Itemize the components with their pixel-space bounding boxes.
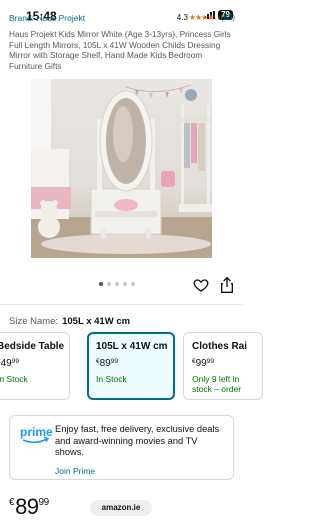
product-image[interactable] (31, 79, 212, 258)
size-label: Size Name: (9, 316, 59, 327)
svg-text:prime: prime (20, 425, 52, 439)
option-stock: Only 9 left in stock – order (192, 374, 242, 394)
rating-summary[interactable]: 4.3 ★★★★☆ (83) (177, 13, 235, 22)
bottom-bar: €8999 amazon.ie (0, 488, 243, 525)
option-name: 105L x 41W cm (96, 341, 168, 352)
size-selector-label: Size Name: 105L x 41W cm (9, 316, 130, 327)
prime-logo-icon: prime (20, 424, 53, 446)
carousel-dot[interactable] (107, 282, 111, 286)
prime-promo-card[interactable]: prime Enjoy fast, free delivery, exclusi… (9, 415, 234, 480)
rating-count: (83) (220, 13, 235, 22)
option-price: €4999 (0, 358, 19, 369)
brand-link[interactable]: Brand: Haus Projekt (9, 13, 85, 23)
rating-value: 4.3 (176, 13, 188, 22)
browser-url-bar[interactable]: amazon.ie (90, 500, 152, 516)
brand-row: Brand: Haus Projekt 4.3 ★★★★☆ (83) (9, 13, 235, 27)
size-value: 105L x 41W cm (62, 316, 131, 327)
option-name: Clothes Rai (192, 341, 248, 352)
prime-promo-text: Enjoy fast, free delivery, exclusive dea… (55, 424, 220, 457)
option-card-105l-x-41w[interactable]: 105L x 41W cm €8999 In Stock (87, 332, 175, 400)
option-price: €8999 (96, 358, 118, 369)
carousel-dot[interactable] (131, 282, 135, 286)
share-icon[interactable] (219, 276, 235, 294)
option-stock: In Stock (0, 374, 28, 384)
carousel-dot[interactable] (99, 282, 103, 286)
carousel-dot[interactable] (115, 282, 119, 286)
divider (0, 304, 243, 305)
product-photo-illustration (31, 79, 212, 258)
option-price: €9999 (192, 358, 214, 369)
join-prime-link[interactable]: Join Prime (55, 466, 95, 476)
wishlist-heart-icon[interactable] (193, 277, 209, 293)
product-title: Haus Projekt Kids Mirror White (Age 3-13… (9, 29, 231, 71)
option-card-bedside-table[interactable]: Bedside Table €4999 In Stock (0, 332, 70, 400)
option-name: Bedside Table (0, 341, 65, 352)
option-card-clothes-rail[interactable]: Clothes Rai €9999 Only 9 left in stock – … (183, 332, 263, 400)
option-stock: In Stock (96, 374, 127, 384)
star-rating-icon: ★★★★☆ (188, 13, 221, 22)
product-price: €8999 (9, 494, 49, 519)
carousel-dot[interactable] (123, 282, 127, 286)
size-options: Bedside Table €4999 In Stock 105L x 41W … (0, 332, 263, 400)
image-carousel-dots[interactable] (99, 282, 135, 286)
